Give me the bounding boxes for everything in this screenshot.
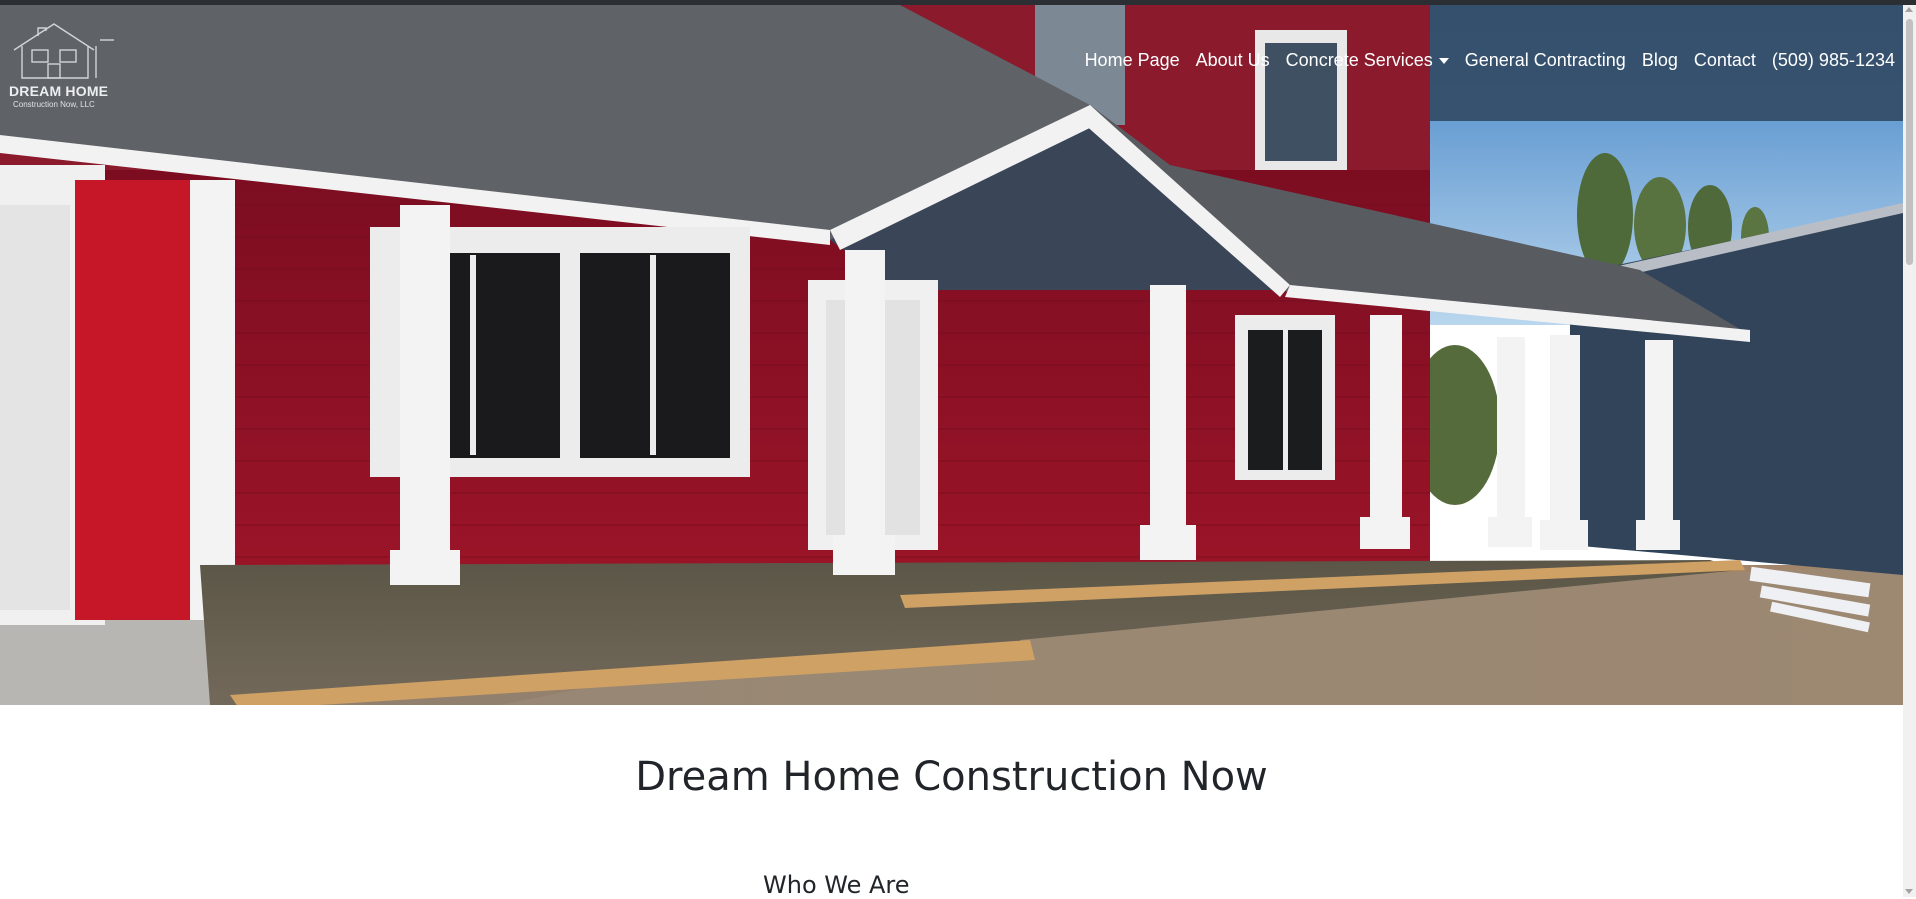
section-heading-who-we-are: Who We Are xyxy=(763,871,910,899)
nav-concrete-services-dropdown[interactable]: Concrete Services xyxy=(1286,50,1449,71)
scroll-down-arrow-icon[interactable] xyxy=(1905,889,1913,894)
nav-concrete-services-label: Concrete Services xyxy=(1285,50,1433,70)
logo-wordmark: DREAM HOME xyxy=(9,83,109,99)
caret-down-icon xyxy=(1438,57,1449,64)
nav-contact[interactable]: Contact xyxy=(1694,50,1756,71)
house-outline-icon xyxy=(13,23,114,79)
nav-phone[interactable]: (509) 985-1234 xyxy=(1772,50,1895,71)
browser-top-line xyxy=(0,0,1916,5)
logo-subtitle: Construction Now, LLC xyxy=(13,100,95,109)
nav-blog[interactable]: Blog xyxy=(1642,50,1678,71)
sidewalk xyxy=(0,617,240,705)
nav-home[interactable]: Home Page xyxy=(1085,50,1180,71)
scroll-up-arrow-icon[interactable] xyxy=(1905,7,1913,12)
scrollbar-thumb[interactable] xyxy=(1906,19,1913,265)
nav-about[interactable]: About Us xyxy=(1196,50,1270,71)
site-logo[interactable]: DREAM HOME Construction Now, LLC xyxy=(4,20,116,110)
page-title: Dream Home Construction Now xyxy=(635,754,1268,800)
vertical-scrollbar[interactable] xyxy=(1903,5,1916,897)
main-menu: Home Page About Us Concrete Services Gen… xyxy=(1085,50,1895,71)
nav-general-contracting[interactable]: General Contracting xyxy=(1465,50,1626,71)
